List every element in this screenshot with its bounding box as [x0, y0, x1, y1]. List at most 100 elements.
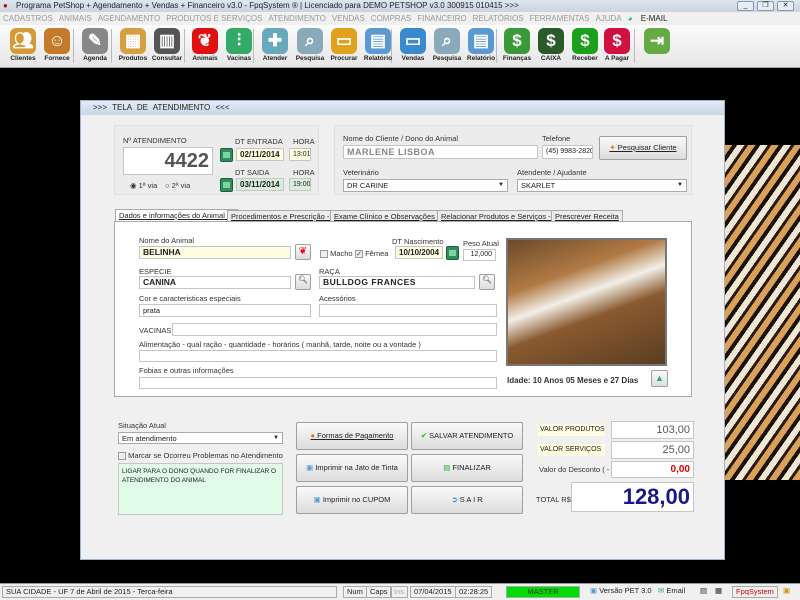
toolbar-button-relat-rio[interactable]: ▤ Relatório: [464, 27, 498, 65]
refresh-idade-button[interactable]: ▲: [651, 370, 668, 387]
calendar-nasc-icon[interactable]: [446, 246, 459, 260]
telefone-field[interactable]: (45) 9983-2820: [542, 145, 593, 159]
especie-search-button[interactable]: 🔍︎: [295, 274, 311, 290]
femea-checkbox[interactable]: ✓ Fêmea: [355, 249, 388, 259]
toolbar-button-receber[interactable]: $ Receber: [568, 27, 602, 65]
total-label: TOTAL R$: [536, 495, 571, 504]
situacao-select[interactable]: Em atendimento ▼: [118, 432, 283, 444]
menu-item-produtos-e-servi-os[interactable]: PRODUTOS E SERVIÇOS: [166, 14, 262, 23]
versao-text: Versão PET 3.0: [599, 586, 652, 595]
vacinas-field[interactable]: [172, 323, 497, 336]
toolbar-button-pesquisa[interactable]: ⌕ Pesquisa: [430, 27, 464, 65]
menu-item-cadastros[interactable]: CADASTROS: [3, 14, 53, 23]
veterinario-select[interactable]: DR CARINE ▼: [343, 179, 508, 192]
status-brand: FpqSystem: [732, 586, 778, 598]
fobias-field[interactable]: [139, 377, 497, 389]
toolbar-button-pesquisa[interactable]: ⌕ Pesquisa: [293, 27, 327, 65]
menu-item-email[interactable]: ◕ E-MAIL: [628, 14, 674, 23]
printer-status-icon[interactable]: ▤: [697, 586, 710, 598]
formas-label: Formas de Pagamento: [317, 431, 394, 440]
cliente-field[interactable]: MARLENE LISBOA: [343, 145, 538, 159]
toolbar-button-consultar[interactable]: ▥ Consultar: [150, 27, 184, 65]
macho-checkbox[interactable]: Macho: [320, 249, 353, 259]
finalizar-button[interactable]: ▤ FINALIZAR: [411, 454, 523, 482]
toolbar-button-vacinas[interactable]: ⫶ Vacinas: [222, 27, 256, 65]
minimize-button[interactable]: _: [737, 1, 754, 11]
imprimir-jato-button[interactable]: ▣ Imprimir na Jato de Tinta: [296, 454, 408, 482]
dt-saida-label: DT SAIDA: [235, 168, 270, 177]
menu-item-agendamento[interactable]: AGENDAMENTO: [98, 14, 161, 23]
toolbar-button-vendas[interactable]: ▭ Vendas: [396, 27, 430, 65]
menu-item-financeiro[interactable]: FINANCEIRO: [417, 14, 466, 23]
pesquisar-cliente-button[interactable]: ✦ Pesquisar Cliente: [599, 136, 687, 160]
menu-item-atendimento[interactable]: ATENDIMENTO: [268, 14, 325, 23]
paw-icon: ❦: [298, 246, 308, 257]
toolbar-label: Pesquisa: [295, 55, 325, 62]
toolbar-button-sair[interactable]: ⇥: [640, 27, 674, 65]
nasc-field[interactable]: 10/10/2004: [395, 246, 443, 259]
toolbar-button-a-pagar[interactable]: $ A Pagar: [600, 27, 634, 65]
acessorios-field[interactable]: [319, 304, 497, 317]
via2-radio[interactable]: ○ 2ª via: [165, 181, 190, 190]
imprimir-cupom-button[interactable]: ▣ Imprimir no CUPOM: [296, 486, 408, 514]
toolbar-button-procurar[interactable]: ▭ Procurar: [327, 27, 361, 65]
peso-field[interactable]: 12,000: [463, 249, 496, 261]
raca-field[interactable]: BULLDOG FRANCES: [319, 276, 475, 289]
toolbar-label: Receber: [572, 55, 598, 62]
nome-animal-field[interactable]: BELINHA: [139, 246, 291, 259]
cor-field[interactable]: prata: [139, 304, 311, 317]
status-email-button[interactable]: ✉ Email: [655, 586, 688, 598]
hora-entrada-field[interactable]: 13:01: [289, 148, 311, 161]
close-button[interactable]: ✕: [777, 1, 794, 11]
toolbar-button-relat-rio[interactable]: ▤ Relatório: [361, 27, 395, 65]
valor-servicos-field: 25,00: [611, 441, 694, 459]
via1-label: 1ª via: [138, 181, 158, 190]
desconto-field[interactable]: 0,00: [611, 461, 694, 478]
especie-field[interactable]: CANINA: [139, 276, 291, 289]
raca-search-button[interactable]: 🔍︎: [479, 274, 495, 290]
alimentacao-field[interactable]: [139, 350, 497, 362]
via1-radio[interactable]: ◉ 1ª via: [130, 181, 157, 190]
toolbar-button-agenda[interactable]: ✎ Agenda: [78, 27, 112, 65]
formas-pagamento-button[interactable]: ● Formas de Pagamento: [296, 422, 408, 450]
menu-item-vendas[interactable]: VENDAS: [332, 14, 365, 23]
toolbar-button-atender[interactable]: ✚ Atender: [258, 27, 292, 65]
observacoes-field[interactable]: LIGAR PARA O DONO QUANDO FOR FINALIZAR O…: [118, 463, 283, 515]
cor-label: Cor e caracteristicas especiais: [139, 294, 241, 303]
menu-item-compras[interactable]: COMPRAS: [371, 14, 411, 23]
hora-saida-field[interactable]: 19:00: [289, 178, 311, 191]
toolbar-button-clientes[interactable]: 👥︎ Clientes: [6, 27, 40, 65]
toolbar-label: Produtos: [118, 55, 148, 62]
dt-entrada-field[interactable]: 02/11/2014: [236, 148, 284, 161]
toolbar-button-fornece[interactable]: ☺ Fornece: [40, 27, 74, 65]
valor-servicos-label: VALOR SERVIÇOS: [536, 443, 606, 457]
toolbar-label: Vacinas: [226, 55, 252, 62]
menu-item-ajuda[interactable]: AJUDA: [595, 14, 621, 23]
toolbar-button-finan-as[interactable]: $ Finanças: [500, 27, 534, 65]
paw-button[interactable]: ❦: [295, 244, 311, 260]
restore-button[interactable]: ❐: [757, 1, 774, 11]
salvar-button[interactable]: ✔ SALVAR ATENDIMENTO: [411, 422, 523, 450]
window-title: Programa PetShop + Agendamento + Vendas …: [16, 1, 519, 10]
dt-saida-field[interactable]: 03/11/2014: [236, 178, 284, 191]
atendente-select[interactable]: SKARLET ▼: [517, 179, 687, 192]
num-atendimento-field[interactable]: 4422: [123, 147, 213, 175]
menu-item-ferramentas[interactable]: FERRAMENTAS: [530, 14, 590, 23]
calculator-icon[interactable]: ▦: [712, 586, 725, 598]
menu-item-relat-rios[interactable]: RELATÓRIOS: [473, 14, 524, 23]
menu-item-animais[interactable]: ANIMAIS: [59, 14, 92, 23]
sair-button[interactable]: ➲ S A I R: [411, 486, 523, 514]
folder-icon: ▭: [331, 28, 357, 54]
valor-produtos-label: VALOR PRODUTOS: [536, 423, 606, 437]
acessorios-label: Acessórios: [319, 294, 356, 303]
toolbar-button-produtos[interactable]: ▦ Produtos: [116, 27, 150, 65]
check-icon: ✔: [420, 431, 430, 440]
calendar-saida-icon[interactable]: [220, 178, 233, 192]
toolbar-button-animais[interactable]: ❦ Animais: [188, 27, 222, 65]
toolbar-button-caixa[interactable]: $ CAIXA: [534, 27, 568, 65]
calendar-entrada-icon[interactable]: [220, 148, 233, 162]
toolbar-label: Atender: [262, 55, 288, 62]
toolbar-label: Clientes: [10, 55, 36, 62]
vet-value: DR CARINE: [347, 181, 389, 190]
problemas-checkbox[interactable]: Marcar se Ocorreu Problemas no Atendimen…: [118, 451, 283, 461]
